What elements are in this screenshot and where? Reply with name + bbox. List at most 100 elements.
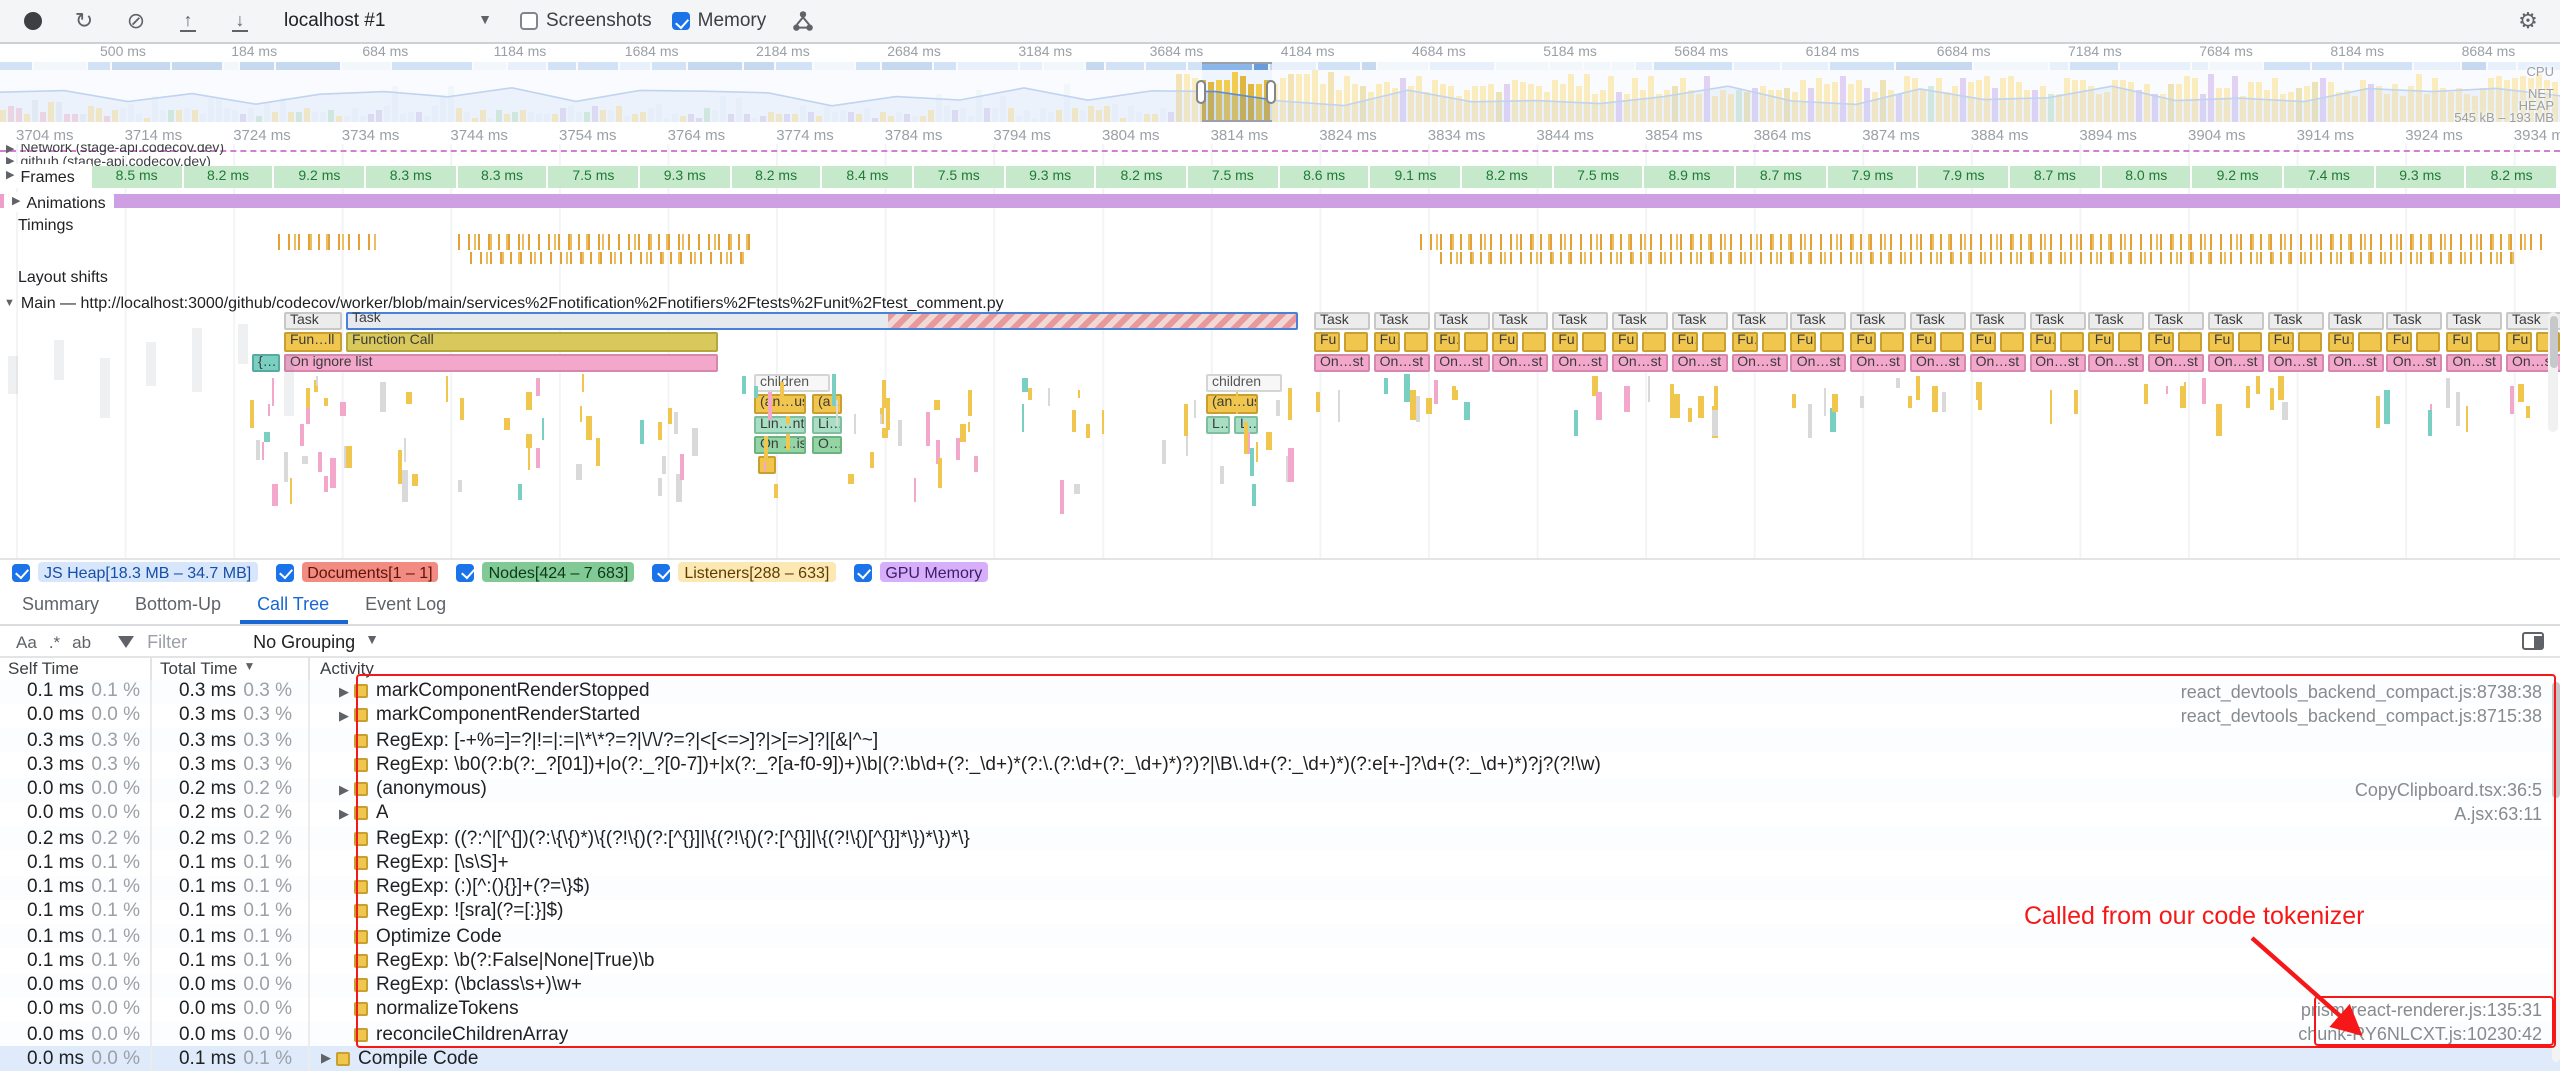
tab-bottom-up[interactable]: Bottom-Up xyxy=(117,584,239,624)
table-row[interactable]: 0.3 ms0.3 %0.3 ms0.3 %RegExp: \b0(?:b(?:… xyxy=(0,753,2560,778)
function-call-entry[interactable] xyxy=(1940,333,1964,352)
flame-entry[interactable]: children xyxy=(1206,374,1282,393)
frame-duration-cell[interactable]: 8.7 ms xyxy=(1736,165,1825,187)
ignore-list-entry[interactable]: On…st xyxy=(1552,353,1608,372)
filter-option-icon[interactable]: .* xyxy=(49,631,60,651)
function-call-entry[interactable]: Fu…ll xyxy=(2387,333,2413,352)
task-entry[interactable]: Task xyxy=(1850,312,1906,331)
ignore-list-entry[interactable]: On…st xyxy=(1910,353,1966,372)
frame-duration-cell[interactable]: 7.5 ms xyxy=(549,165,638,187)
frame-duration-cell[interactable]: 8.2 ms xyxy=(1462,165,1551,187)
counter-toggle[interactable]: GPU Memory xyxy=(853,562,988,582)
function-call-entry[interactable] xyxy=(1582,333,1606,352)
function-call-entry[interactable] xyxy=(2178,333,2202,352)
frame-duration-cell[interactable]: 7.5 ms xyxy=(914,165,1003,187)
flame-entry[interactable]: Function Call xyxy=(346,333,718,352)
function-call-entry[interactable]: Fu…ll xyxy=(1433,333,1459,352)
table-row[interactable]: 0.0 ms0.0 %0.2 ms0.2 %▶AA.jsx:63:11 xyxy=(0,802,2560,827)
task-entry[interactable]: Task xyxy=(1672,312,1728,331)
flame-entry[interactable]: Lin…nt xyxy=(754,415,806,434)
frame-duration-cell[interactable]: 9.3 ms xyxy=(2376,165,2465,187)
task-entry[interactable]: Task xyxy=(1374,312,1430,331)
function-call-entry[interactable] xyxy=(1880,333,1904,352)
flame-entry[interactable]: Task xyxy=(284,312,342,331)
frame-duration-cell[interactable]: 7.9 ms xyxy=(1828,165,1917,187)
save-profile-button[interactable]: ↑ xyxy=(172,5,204,37)
ignore-list-entry[interactable]: On…st xyxy=(2208,353,2264,372)
task-entry[interactable]: Task xyxy=(1493,312,1549,331)
frame-duration-cell[interactable]: 9.2 ms xyxy=(2193,165,2282,187)
function-call-entry[interactable]: Fu…ll xyxy=(2089,333,2115,352)
frame-duration-cell[interactable]: 8.2 ms xyxy=(183,165,272,187)
flame-entry[interactable]: On …ist xyxy=(754,436,806,455)
tab-call-tree[interactable]: Call Tree xyxy=(239,584,347,624)
flame-entry[interactable]: {… xyxy=(252,353,280,372)
table-row[interactable]: 0.0 ms0.0 %0.0 ms0.0 %normalizeTokenspri… xyxy=(0,998,2560,1023)
function-call-entry[interactable]: Fu…ll xyxy=(1850,333,1876,352)
function-call-entry[interactable]: Fu…ll xyxy=(2506,333,2532,352)
flame-entry[interactable]: (an…us) xyxy=(1206,394,1258,413)
function-call-entry[interactable] xyxy=(1702,333,1726,352)
filter-funnel-icon[interactable] xyxy=(117,635,133,647)
timeline-overview[interactable]: 500 ms184 ms684 ms1184 ms1684 ms2184 ms2… xyxy=(0,44,2560,122)
frame-duration-cell[interactable]: 9.3 ms xyxy=(640,165,729,187)
function-call-entry[interactable] xyxy=(2059,333,2083,352)
ignore-list-entry[interactable]: On…st xyxy=(1314,353,1370,372)
function-call-entry[interactable]: Fu…ll xyxy=(2148,333,2174,352)
clear-recording-button[interactable]: ⊘ xyxy=(120,5,152,37)
ignore-list-entry[interactable]: On…st xyxy=(2387,353,2443,372)
ignore-list-entry[interactable]: On…st xyxy=(2268,353,2324,372)
header-self-time[interactable]: Self Time xyxy=(0,658,152,679)
function-call-entry[interactable] xyxy=(1404,333,1428,352)
tab-event-log[interactable]: Event Log xyxy=(347,584,464,624)
expand-icon[interactable]: ▶ xyxy=(318,1051,334,1067)
task-entry[interactable]: Task xyxy=(1731,312,1787,331)
flame-scrollbar[interactable] xyxy=(2548,312,2558,432)
frame-duration-cell[interactable]: 9.2 ms xyxy=(275,165,364,187)
toggle-details-panel-icon[interactable] xyxy=(2522,632,2544,650)
expand-icon[interactable]: ▶ xyxy=(336,708,352,724)
table-row[interactable]: 0.0 ms0.0 %0.2 ms0.2 %▶(anonymous)CopyCl… xyxy=(0,777,2560,802)
task-entry[interactable]: Task xyxy=(2148,312,2204,331)
source-location-link[interactable]: prism-react-renderer.js:135:31 xyxy=(2301,1000,2560,1020)
frame-duration-cell[interactable]: 8.2 ms xyxy=(1097,165,1186,187)
source-location-link[interactable]: react_devtools_backend_compact.js:8738:3… xyxy=(2181,681,2560,701)
animations-track-header[interactable]: ▶ Animations xyxy=(4,192,114,212)
expand-icon[interactable]: ▶ xyxy=(336,683,352,699)
expand-icon[interactable]: ▶ xyxy=(336,806,352,822)
table-row[interactable]: 0.1 ms0.1 %0.1 ms0.1 %Optimize Code xyxy=(0,924,2560,949)
table-row[interactable]: 0.0 ms0.0 %0.0 ms0.0 %RegExp: (\bclass\s… xyxy=(0,973,2560,998)
ignore-list-entry[interactable]: On…st xyxy=(1433,353,1489,372)
source-location-link[interactable]: react_devtools_backend_compact.js:8715:3… xyxy=(2181,706,2560,726)
frame-duration-cell[interactable]: 9.1 ms xyxy=(1371,165,1460,187)
task-entry[interactable]: Task xyxy=(1552,312,1608,331)
table-row[interactable]: 0.1 ms0.1 %0.1 ms0.1 %RegExp: \b(?:False… xyxy=(0,949,2560,974)
ignore-list-entry[interactable]: On…st xyxy=(1672,353,1728,372)
function-call-entry[interactable] xyxy=(1821,333,1845,352)
grouping-dropdown[interactable]: No Grouping ▼ xyxy=(253,631,379,651)
memory-checkbox[interactable]: Memory xyxy=(672,10,767,32)
main-thread-flame-chart[interactable]: Task TaskFun…llFunction Call{…On ignore … xyxy=(0,312,2560,558)
task-entry[interactable]: Task xyxy=(2327,312,2383,331)
record-button[interactable] xyxy=(16,5,48,37)
function-call-entry[interactable]: Fu…ll xyxy=(2327,333,2353,352)
ignore-list-entry[interactable]: On…st xyxy=(2148,353,2204,372)
main-thread-track-header[interactable]: ▼ Main — http://localhost:3000/github/co… xyxy=(4,293,2560,313)
task-entry[interactable]: Task xyxy=(2387,312,2443,331)
task-entry[interactable]: Task xyxy=(1433,312,1489,331)
grid-scrollbar[interactable] xyxy=(2551,682,2559,1062)
function-call-entry[interactable]: Fu…ll xyxy=(1791,333,1817,352)
function-call-entry[interactable] xyxy=(1642,333,1666,352)
selected-task-entry[interactable]: Task xyxy=(346,312,1298,331)
selection-handle-right[interactable] xyxy=(1266,80,1276,104)
task-entry[interactable]: Task xyxy=(2089,312,2145,331)
flame-entry[interactable]: On ignore list xyxy=(284,353,718,372)
flame-entry[interactable]: Fun…ll xyxy=(284,333,342,352)
flame-entry[interactable]: O…t xyxy=(812,436,842,455)
task-entry[interactable]: Task xyxy=(1910,312,1966,331)
task-entry[interactable]: Task xyxy=(2446,312,2502,331)
load-profile-button[interactable]: ↓ xyxy=(224,5,256,37)
task-entry[interactable]: Task xyxy=(1612,312,1668,331)
function-call-entry[interactable]: Fu…ll xyxy=(1552,333,1578,352)
filter-input[interactable]: Filter xyxy=(147,631,187,651)
